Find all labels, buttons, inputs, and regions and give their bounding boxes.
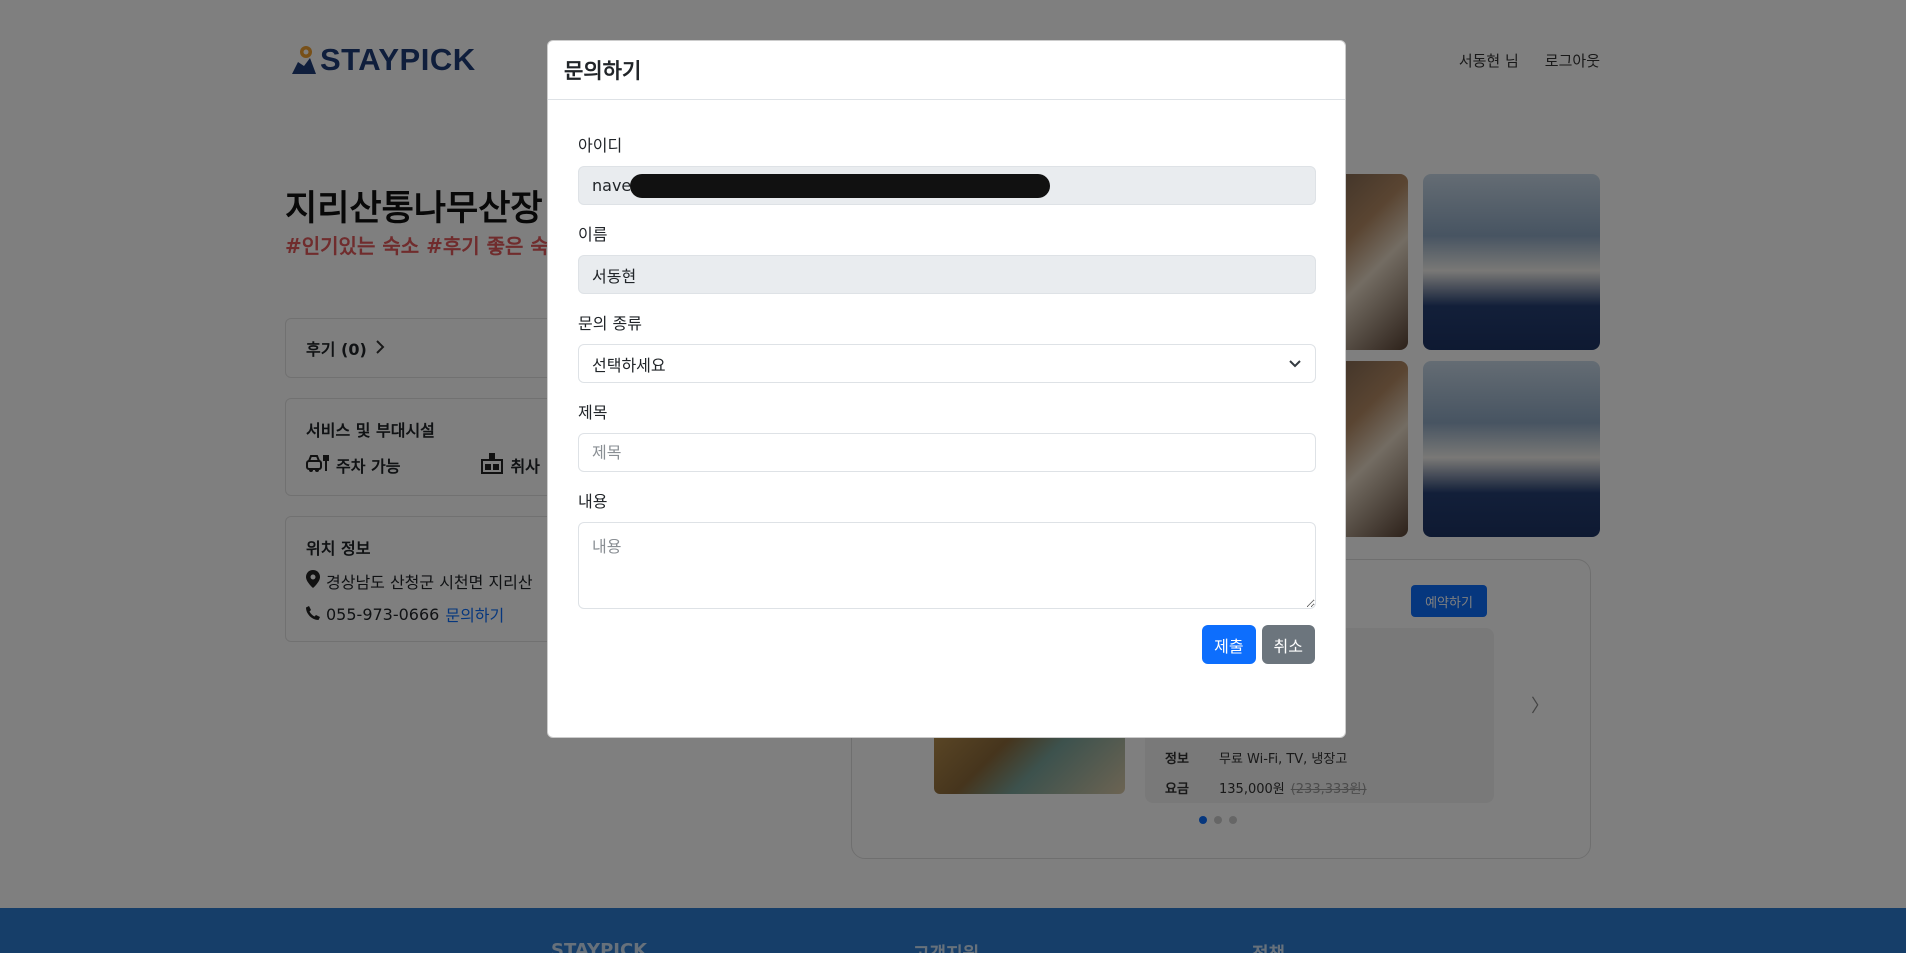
id-label: 아이디 — [578, 136, 623, 155]
name-value: 서동현 — [592, 266, 637, 286]
inquiry-type-select[interactable]: 선택하세요 — [578, 344, 1316, 383]
inquiry-modal: 문의하기 아이디 naver 이름 서동현 문의 종류 선택하세요 제목 내용 … — [547, 40, 1346, 738]
modal-body: 아이디 naver 이름 서동현 문의 종류 선택하세요 제목 내용 제출 취소 — [548, 100, 1345, 664]
name-field: 서동현 — [578, 255, 1316, 294]
subject-input[interactable] — [578, 433, 1316, 472]
id-field: naver — [578, 166, 1316, 205]
chevron-down-icon — [1288, 354, 1302, 373]
redaction-mark — [629, 173, 1050, 198]
subject-label: 제목 — [578, 403, 608, 422]
modal-header: 문의하기 — [548, 41, 1345, 100]
name-label: 이름 — [578, 225, 608, 244]
inquiry-type-label: 문의 종류 — [578, 314, 642, 333]
cancel-button[interactable]: 취소 — [1261, 625, 1315, 664]
submit-button[interactable]: 제출 — [1202, 625, 1256, 664]
content-textarea[interactable] — [578, 522, 1316, 609]
modal-title: 문의하기 — [564, 59, 642, 83]
content-label: 내용 — [578, 492, 608, 511]
modal-actions: 제출 취소 — [578, 625, 1315, 664]
inquiry-type-value: 선택하세요 — [592, 355, 666, 375]
